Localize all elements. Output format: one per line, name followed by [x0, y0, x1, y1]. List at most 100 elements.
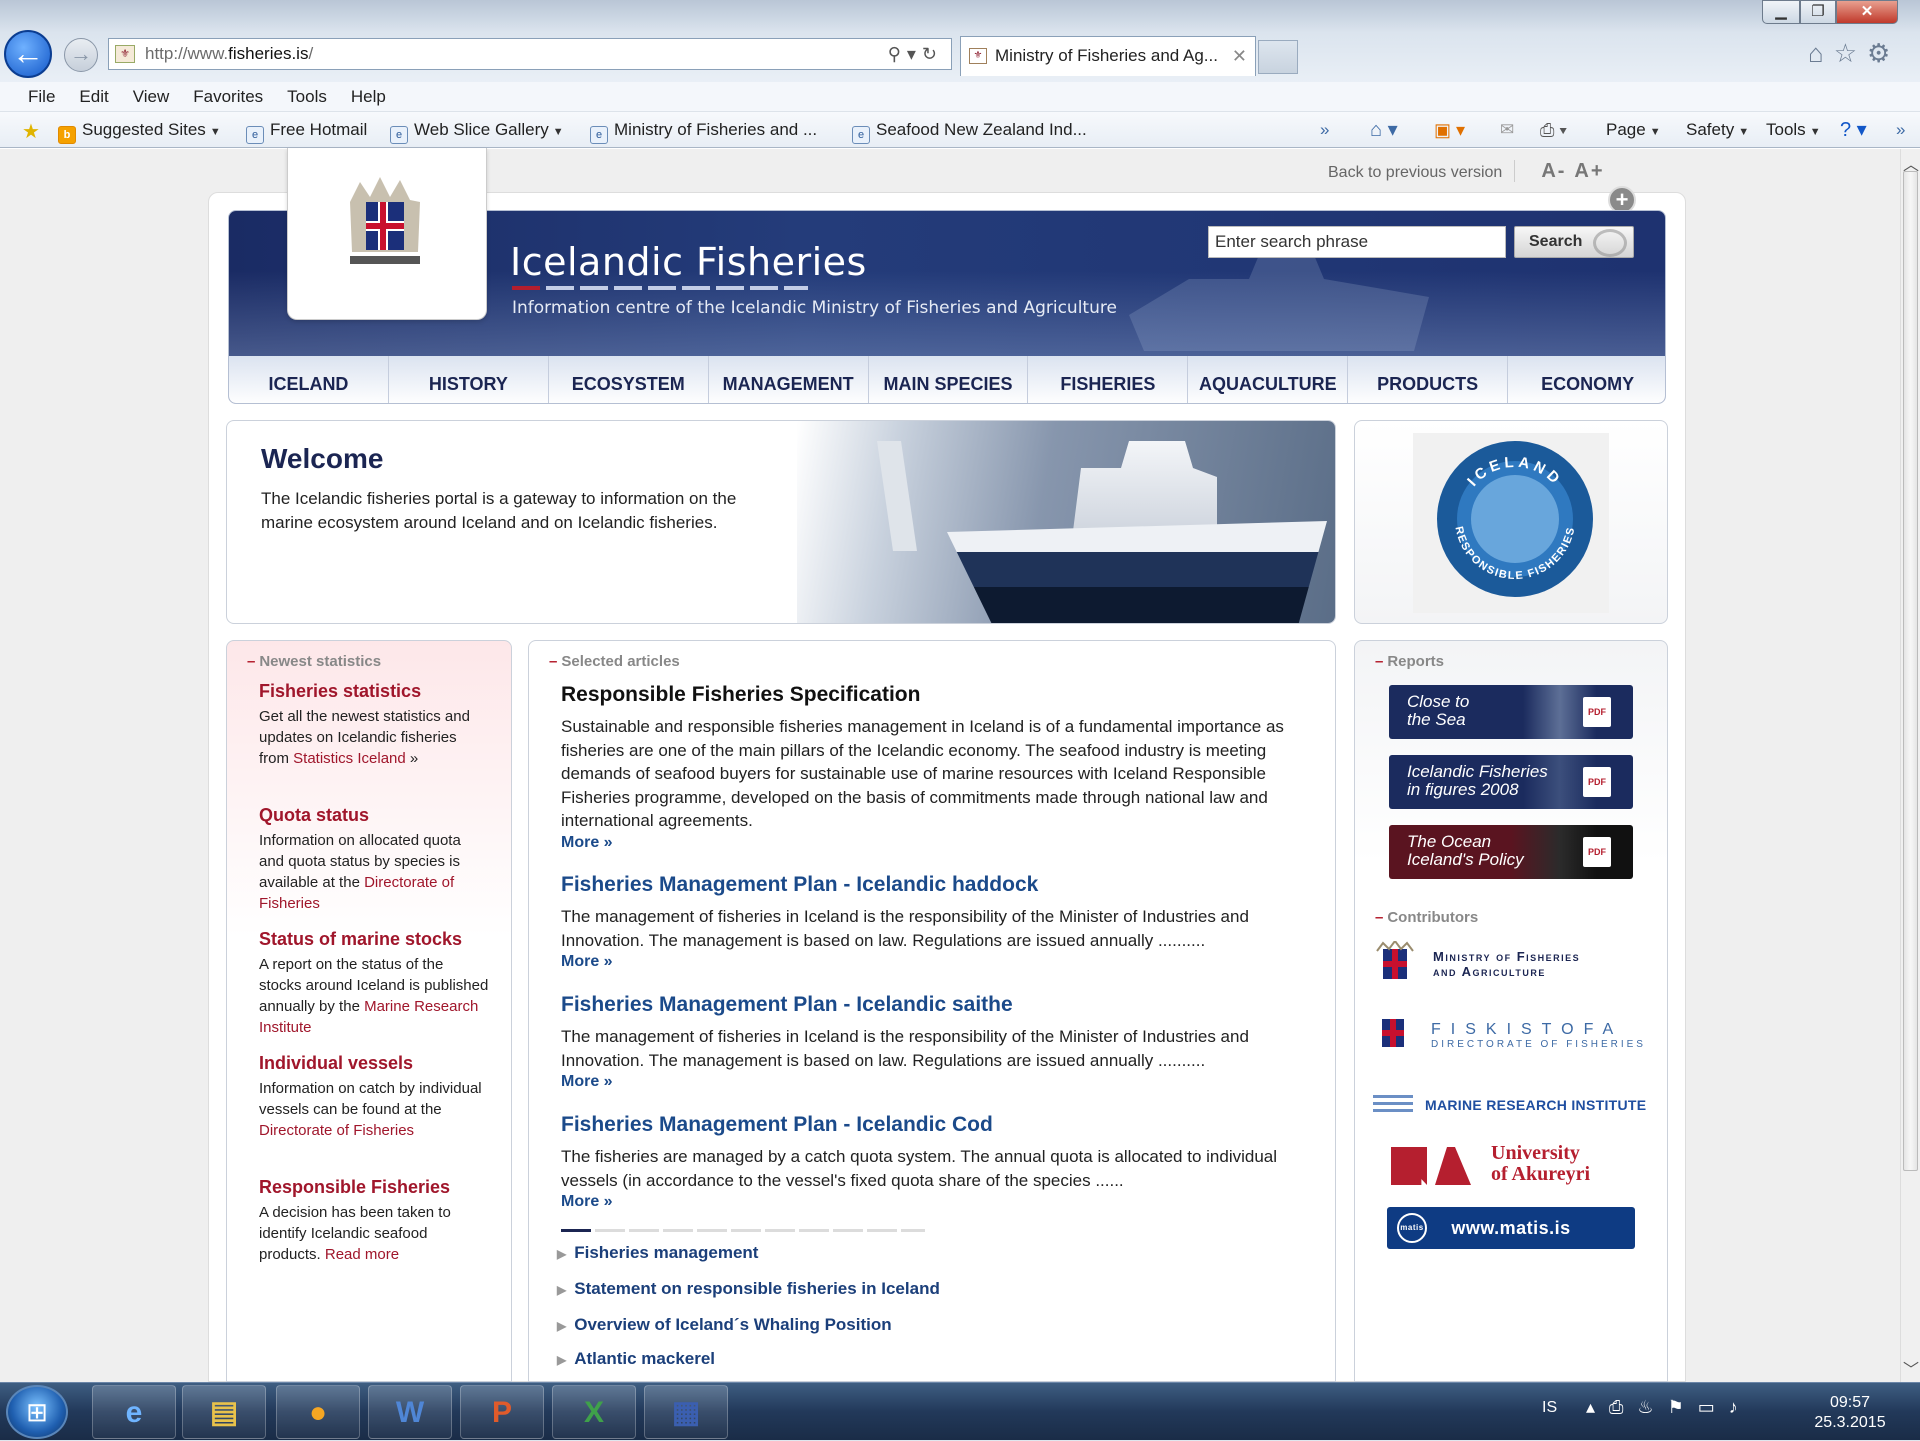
start-button[interactable]: ⊞ [6, 1385, 68, 1439]
article-pager [561, 1229, 925, 1232]
stat-title[interactable]: Individual vessels [259, 1053, 489, 1074]
fav-ministry-of-fisheries[interactable]: e Ministry of Fisheries and ... [590, 112, 817, 148]
article-title[interactable]: Fisheries Management Plan - Icelandic Co… [561, 1113, 1321, 1137]
stat-link[interactable]: Directorate of Fisheries [259, 1122, 414, 1139]
language-indicator[interactable]: IS [1542, 1399, 1557, 1417]
contributor-ministry[interactable]: Ministry of Fisheries and Agriculture [1373, 941, 1655, 987]
browser-tab[interactable]: ⚜ Ministry of Fisheries and Ag... ✕ [960, 36, 1256, 76]
article-item: Fisheries Management Plan - Icelandic sa… [561, 993, 1321, 1091]
nav-ecosystem[interactable]: ECOSYSTEM [547, 356, 708, 403]
fav-web-slice-gallery[interactable]: e Web Slice Gallery ▼ [390, 112, 564, 150]
menu-file[interactable]: File [0, 82, 67, 112]
stat-item: Individual vessels Information on catch … [259, 1053, 489, 1141]
nav-economy[interactable]: ECONOMY [1507, 356, 1665, 403]
fav-seafood-new-zealand[interactable]: e Seafood New Zealand Ind... [852, 112, 1087, 148]
ie-page-icon: e [246, 126, 264, 144]
stat-title[interactable]: Status of marine stocks [259, 929, 489, 950]
coat-of-arms-icon [350, 177, 420, 264]
article-title[interactable]: Fisheries Management Plan - Icelandic ha… [561, 873, 1321, 897]
maximize-button[interactable]: ❐ [1800, 0, 1836, 24]
back-to-previous-version-link[interactable]: Back to previous version [1328, 164, 1502, 181]
stat-link[interactable]: Statistics Iceland [293, 750, 406, 767]
link-statement-responsible-fisheries[interactable]: ▶ Statement on responsible fisheries in I… [557, 1279, 940, 1299]
article-title[interactable]: Fisheries Management Plan - Icelandic sa… [561, 993, 1321, 1017]
tab-close-icon[interactable]: ✕ [1232, 37, 1247, 75]
more-link[interactable]: More » [561, 1193, 1321, 1211]
feeds-icon[interactable]: ▣ ▾ [1434, 112, 1465, 148]
ie-page-icon: e [390, 126, 408, 144]
selected-articles-box: – Selected articles Responsible Fisheries… [528, 640, 1336, 1382]
tray-icons[interactable]: ▴⎙♨⚑▭♪ [1586, 1397, 1752, 1418]
report-fisheries-in-figures[interactable]: Icelandic Fisheries in figures 2008 PDF [1389, 755, 1633, 809]
fav-suggested-sites[interactable]: b Suggested Sites ▼ [58, 112, 221, 150]
stat-text: Information on catch by individual vesse… [259, 1080, 482, 1118]
page-menu[interactable]: Page ▼ [1606, 112, 1661, 150]
more-link[interactable]: More » [561, 1073, 1321, 1091]
nav-fisheries[interactable]: FISHERIES [1027, 356, 1187, 403]
scrollbar-thumb[interactable] [1903, 171, 1918, 1171]
report-the-ocean[interactable]: The Ocean Iceland's Policy PDF [1389, 825, 1633, 879]
close-window-button[interactable]: ✕ [1836, 0, 1898, 24]
contributor-university-of-akureyri[interactable]: University of Akureyri [1373, 1141, 1655, 1187]
help-icon[interactable]: ? ▾ [1840, 112, 1867, 148]
taskbar-powerpoint[interactable]: P [460, 1385, 544, 1439]
windows-taskbar: ⊞ e ▤ ● W P X ▦ IS ▴⎙♨⚑▭♪ 09:57 25.3.201… [0, 1382, 1920, 1440]
contributor-fiskistofa[interactable]: FISKISTOFA DIRECTORATE OF FISHERIES [1373, 1011, 1655, 1057]
scroll-down-arrow[interactable]: ﹀ [1901, 1356, 1920, 1380]
home-favorites-settings-icons[interactable]: ⌂☆⚙ [1808, 38, 1900, 69]
link-fisheries-management[interactable]: ▶ Fisheries management [557, 1243, 758, 1263]
taskbar-excel[interactable]: X [552, 1385, 636, 1439]
taskbar-internet-explorer[interactable]: e [92, 1385, 176, 1439]
more-link[interactable]: More » [561, 953, 1321, 971]
menu-edit[interactable]: Edit [67, 82, 120, 112]
address-tools-icons[interactable]: ⚲▾↻ [888, 39, 943, 69]
more-link[interactable]: More » [561, 834, 1321, 852]
menu-tools[interactable]: Tools [275, 82, 339, 112]
contributor-matis[interactable]: matis www.matis.is [1387, 1207, 1635, 1249]
search-input[interactable]: Enter search phrase [1208, 226, 1506, 258]
link-whaling-position[interactable]: ▶ Overview of Iceland´s Whaling Position [557, 1315, 892, 1335]
nav-aquaculture[interactable]: AQUACULTURE [1187, 356, 1347, 403]
search-button[interactable]: Search [1514, 226, 1634, 258]
taskbar-word[interactable]: W [368, 1385, 452, 1439]
vertical-scrollbar[interactable]: ︿ ﹀ [1900, 149, 1920, 1382]
safety-menu[interactable]: Safety ▼ [1686, 112, 1749, 150]
fav-free-hotmail[interactable]: e Free Hotmail [246, 112, 367, 148]
nav-history[interactable]: HISTORY [387, 356, 548, 403]
address-bar[interactable]: ⚜ http://www.fisheries.is/ ⚲▾↻ [108, 38, 952, 70]
chevron-icon[interactable]: » [1896, 112, 1905, 148]
stat-title[interactable]: Fisheries statistics [259, 681, 489, 702]
stat-title[interactable]: Responsible Fisheries [259, 1177, 489, 1198]
font-larger-button[interactable]: A+ [1574, 160, 1604, 182]
minimize-button[interactable]: ▁ [1762, 0, 1800, 24]
contributor-marine-research-institute[interactable]: MARINE RESEARCH INSTITUTE [1373, 1095, 1655, 1115]
link-atlantic-mackerel[interactable]: ▶ Atlantic mackerel [557, 1349, 715, 1369]
taskbar-file-explorer[interactable]: ▤ [182, 1385, 266, 1439]
menu-help[interactable]: Help [339, 82, 398, 112]
nav-iceland[interactable]: ICELAND [229, 356, 388, 403]
mail-icon[interactable]: ✉ [1500, 112, 1514, 148]
nav-products[interactable]: PRODUCTS [1347, 356, 1507, 403]
report-close-to-the-sea[interactable]: Close to the Sea PDF [1389, 685, 1633, 739]
font-smaller-button[interactable]: A- [1541, 160, 1566, 182]
article-title[interactable]: Responsible Fisheries Specification [561, 683, 1321, 707]
taskbar-save-app[interactable]: ▦ [644, 1385, 728, 1439]
chevron-icon[interactable]: » [1320, 112, 1329, 148]
forward-button[interactable]: → [64, 38, 98, 72]
new-tab-button[interactable] [1258, 40, 1298, 74]
favorites-star-icon[interactable]: ★ [20, 112, 48, 148]
nav-management[interactable]: MANAGEMENT [707, 356, 868, 403]
menu-view[interactable]: View [121, 82, 182, 112]
stat-title[interactable]: Quota status [259, 805, 489, 826]
back-button[interactable]: ← [4, 30, 52, 78]
menu-favorites[interactable]: Favorites [181, 82, 275, 112]
taskbar-app-orange[interactable]: ● [276, 1385, 360, 1439]
menu-bar: File Edit View Favorites Tools Help [0, 82, 1920, 112]
nav-main-species[interactable]: MAIN SPECIES [867, 356, 1028, 403]
stat-link[interactable]: Read more [325, 1246, 399, 1263]
clock[interactable]: 09:57 25.3.2015 [1800, 1393, 1900, 1433]
responsible-fisheries-badge[interactable]: ICELAND RESPONSIBLE FISHERIES [1354, 420, 1668, 624]
tools-menu[interactable]: Tools ▼ [1766, 112, 1821, 150]
home-icon[interactable]: ⌂ ▾ [1370, 112, 1398, 148]
print-icon[interactable]: ⎙ ▾ [1540, 112, 1567, 148]
